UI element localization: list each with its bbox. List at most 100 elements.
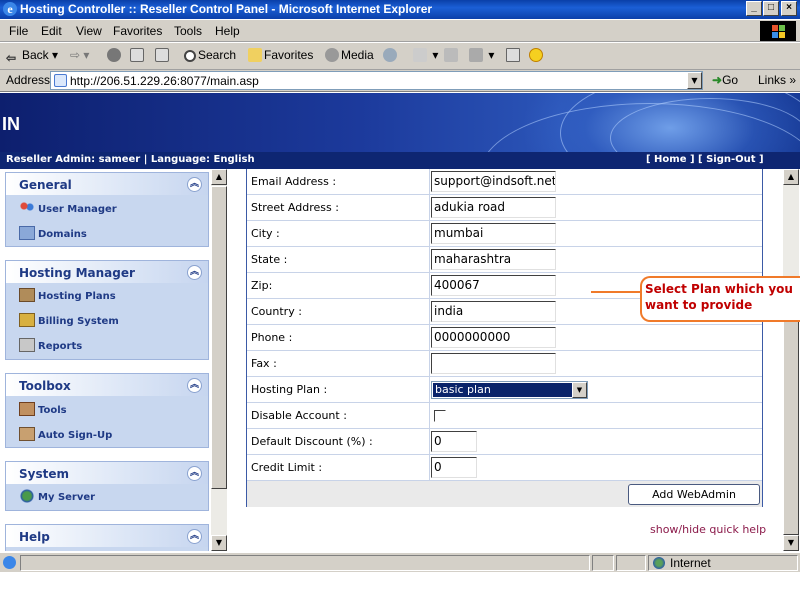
edit-icon xyxy=(469,48,483,62)
billing-icon xyxy=(19,313,35,327)
scroll-up-icon[interactable]: ▲ xyxy=(783,169,799,185)
menu-tools[interactable]: Tools xyxy=(174,24,202,38)
scroll-thumb[interactable] xyxy=(783,321,799,535)
go-button[interactable]: ➜Go xyxy=(712,73,738,87)
header-banner xyxy=(0,93,800,152)
sidebar-item-domains[interactable]: Domains xyxy=(19,226,87,244)
collapse-icon[interactable]: ︽ xyxy=(187,378,202,393)
phone-field[interactable]: 0000000000 xyxy=(431,327,556,348)
country-field[interactable]: india xyxy=(431,301,556,322)
scroll-up-icon[interactable]: ▲ xyxy=(211,169,227,185)
panel-header[interactable]: Toolbox ︽ xyxy=(6,374,208,396)
edit-button[interactable]: ▾ xyxy=(469,48,494,62)
history-icon xyxy=(383,48,397,62)
quick-help-link[interactable]: show/hide quick help xyxy=(650,523,766,536)
panel-title: Hosting Manager xyxy=(19,266,135,280)
form-row-discount: Default Discount (%) : 0 xyxy=(247,429,762,455)
panel-title: Help xyxy=(19,530,50,544)
signout-link[interactable]: [ Sign-Out ] xyxy=(698,154,764,165)
sidebar-item-tools[interactable]: Tools xyxy=(19,402,67,420)
search-button[interactable]: Search xyxy=(184,48,236,62)
email-field[interactable]: support@indsoft.net xyxy=(431,171,556,192)
users-icon xyxy=(19,201,35,215)
home-icon xyxy=(155,48,169,62)
status-zone: Internet xyxy=(670,556,711,570)
forward-button[interactable]: ⇨ ▾ xyxy=(70,48,89,62)
refresh-button[interactable] xyxy=(130,48,146,62)
media-icon xyxy=(325,48,339,62)
favorites-button[interactable]: Favorites xyxy=(248,48,313,62)
auto-signup-icon xyxy=(19,427,35,441)
favorites-icon xyxy=(248,48,262,62)
print-button[interactable] xyxy=(444,48,460,62)
page-icon xyxy=(54,74,67,87)
home-link[interactable]: [ Home ] xyxy=(646,154,695,165)
add-webadmin-button[interactable]: Add WebAdmin xyxy=(628,484,760,505)
close-button[interactable]: × xyxy=(781,1,797,16)
messenger-button[interactable] xyxy=(529,48,545,62)
webadmin-form: Email Address : support@indsoft.net Stre… xyxy=(246,169,763,507)
sidebar-item-auto-signup[interactable]: Auto Sign-Up xyxy=(19,427,112,445)
banner-logo-text: IN xyxy=(2,114,20,134)
windows-logo-icon xyxy=(760,21,796,41)
status-pane xyxy=(592,555,614,571)
page-status-icon xyxy=(3,556,16,569)
stop-button[interactable] xyxy=(107,48,123,62)
form-row-phone: Phone : 0000000000 xyxy=(247,325,762,351)
menu-file[interactable]: File xyxy=(9,24,28,38)
scroll-down-icon[interactable]: ▼ xyxy=(783,535,799,551)
mail-button[interactable]: ▾ xyxy=(413,48,438,62)
collapse-icon[interactable]: ︽ xyxy=(187,177,202,192)
form-row-email: Email Address : support@indsoft.net xyxy=(247,169,762,195)
browser-toolbar: ⇦ Back ▾ ⇨ ▾ Search Favorites Media ▾ ▾ xyxy=(0,43,800,70)
panel-help: Help ︽ xyxy=(5,524,209,551)
address-url[interactable]: http://206.51.229.26:8077/main.asp xyxy=(70,74,259,88)
credit-limit-field[interactable]: 0 xyxy=(431,457,477,478)
panel-title: Toolbox xyxy=(19,379,71,393)
panel-title: System xyxy=(19,467,69,481)
page-content: IN Reseller Admin: sameer | Language: En… xyxy=(0,93,800,551)
menu-favorites[interactable]: Favorites xyxy=(113,24,162,38)
hosting-plan-select[interactable]: basic plan ▼ xyxy=(431,381,588,399)
panel-header[interactable]: Hosting Manager ︽ xyxy=(6,261,208,283)
dropdown-arrow-icon[interactable]: ▼ xyxy=(572,382,587,398)
scroll-down-icon[interactable]: ▼ xyxy=(211,535,227,551)
menu-help[interactable]: Help xyxy=(215,24,240,38)
history-button[interactable] xyxy=(383,48,399,62)
address-dropdown-icon[interactable]: ▼ xyxy=(687,72,702,89)
state-field[interactable]: maharashtra xyxy=(431,249,556,270)
sidebar-item-billing-system[interactable]: Billing System xyxy=(19,313,119,331)
scroll-thumb[interactable] xyxy=(211,186,227,489)
collapse-icon[interactable]: ︽ xyxy=(187,466,202,481)
sidebar-scrollbar[interactable]: ▲ ▼ xyxy=(211,169,227,551)
maximize-button[interactable]: □ xyxy=(763,1,779,16)
sidebar-item-reports[interactable]: Reports xyxy=(19,338,82,356)
status-pane xyxy=(616,555,646,571)
minimize-button[interactable]: _ xyxy=(746,1,762,16)
sidebar-item-hosting-plans[interactable]: Hosting Plans xyxy=(19,288,116,306)
reseller-info: Reseller Admin: sameer | Language: Engli… xyxy=(6,154,255,165)
panel-header[interactable]: Help ︽ xyxy=(6,525,208,547)
menu-view[interactable]: View xyxy=(76,24,102,38)
discuss-button[interactable] xyxy=(506,48,522,62)
menu-edit[interactable]: Edit xyxy=(41,24,62,38)
city-field[interactable]: mumbai xyxy=(431,223,556,244)
print-icon xyxy=(444,48,458,62)
links-button[interactable]: Links » xyxy=(758,73,796,87)
collapse-icon[interactable]: ︽ xyxy=(187,529,202,544)
media-button[interactable]: Media xyxy=(325,48,374,62)
sidebar-item-my-server[interactable]: My Server xyxy=(19,489,95,507)
home-button[interactable] xyxy=(155,48,171,62)
panel-header[interactable]: System ︽ xyxy=(6,462,208,484)
panel-header[interactable]: General ︽ xyxy=(6,173,208,195)
street-address-field[interactable]: adukia road xyxy=(431,197,556,218)
search-icon xyxy=(184,50,196,62)
fax-field[interactable] xyxy=(431,353,556,374)
zip-field[interactable]: 400067 xyxy=(431,275,556,296)
disable-account-checkbox[interactable] xyxy=(434,410,446,422)
back-button[interactable]: ⇦ Back ▾ xyxy=(6,48,58,65)
default-discount-field[interactable]: 0 xyxy=(431,431,477,452)
collapse-icon[interactable]: ︽ xyxy=(187,265,202,280)
page-scrollbar[interactable]: ▲ ▼ xyxy=(783,169,799,551)
sidebar-item-user-manager[interactable]: User Manager xyxy=(19,201,117,219)
